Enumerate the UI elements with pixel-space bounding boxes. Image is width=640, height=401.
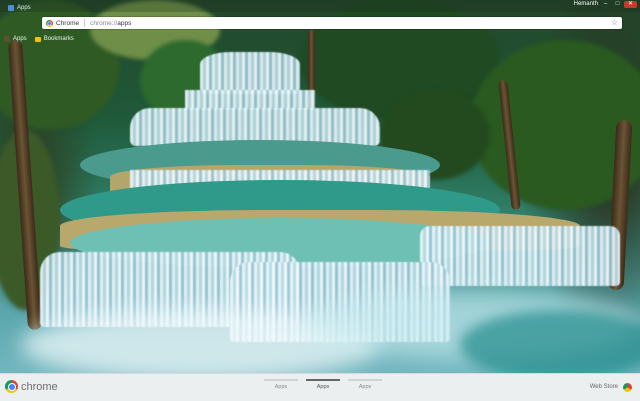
page-tab-1[interactable]: Apps [264, 379, 298, 390]
apps-grid-icon [4, 36, 10, 42]
site-chip[interactable]: Chrome [42, 19, 86, 27]
omnibox[interactable]: Chrome chrome://apps ☆ [42, 17, 622, 29]
minimize-button[interactable]: – [601, 1, 610, 8]
web-store-link[interactable]: Web Store [590, 384, 618, 390]
bookmark-folder[interactable]: Bookmarks [34, 36, 74, 42]
page-label: Apps [274, 384, 288, 390]
maximize-button[interactable]: □ [613, 1, 622, 8]
chrome-logo-icon [46, 19, 53, 27]
page-label: Apps [316, 384, 330, 390]
folder-icon [34, 36, 41, 42]
waterfall-right [420, 226, 620, 286]
title-bar [0, 0, 640, 12]
page-tab-2[interactable]: Apps [306, 379, 340, 390]
page-tab-3[interactable]: Apps [348, 379, 382, 390]
waterfall-top [200, 52, 300, 94]
bookmark-label: Apps [13, 36, 27, 42]
page-switcher: Apps Apps Apps [264, 379, 382, 390]
close-button[interactable]: ✕ [624, 1, 637, 8]
url-host: chrome:// [90, 19, 118, 27]
tab-apps[interactable]: Apps [8, 3, 31, 12]
url-path: apps [117, 19, 132, 27]
profile-name[interactable]: Hemanth [574, 1, 598, 7]
page-indicator [306, 379, 340, 381]
bookmark-apps[interactable]: Apps [4, 36, 27, 42]
app-launcher-footer: chrome Apps Apps Apps Web Store [0, 373, 640, 401]
waterfall-upper [185, 90, 315, 110]
tab-label: Apps [17, 4, 31, 11]
site-chip-label: Chrome [56, 19, 80, 27]
web-store-icon[interactable] [623, 383, 632, 392]
tab-favicon-icon [8, 4, 14, 11]
brand-text: chrome [21, 380, 58, 393]
bookmark-label: Bookmarks [43, 36, 74, 42]
background-wallpaper [0, 0, 640, 400]
page-label: Apps [358, 384, 372, 390]
star-icon[interactable]: ☆ [611, 18, 618, 27]
pool-bottom-right [460, 310, 640, 380]
chrome-logo-icon [5, 380, 18, 393]
bookmarks-bar: Apps Bookmarks [0, 33, 74, 45]
url-text[interactable]: chrome://apps [85, 20, 131, 27]
chrome-brand: chrome [5, 380, 58, 393]
page-indicator [264, 379, 298, 381]
page-indicator [348, 379, 382, 381]
